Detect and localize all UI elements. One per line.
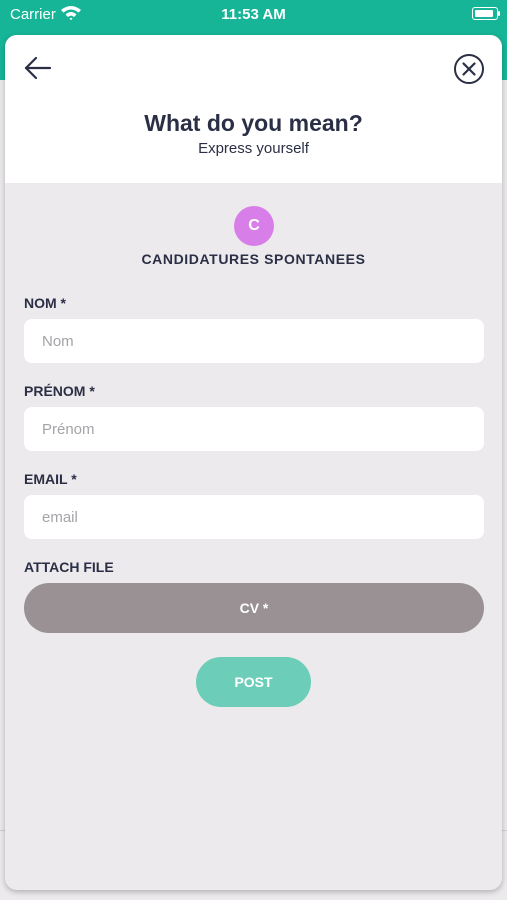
prenom-label: PRÉNOM * <box>24 383 95 399</box>
back-button[interactable] <box>23 53 53 83</box>
cv-upload-button[interactable]: CV * <box>24 583 484 633</box>
page-title: What do you mean? <box>144 110 363 136</box>
battery-icon <box>472 7 500 20</box>
page-subtitle: Express yourself <box>198 140 309 157</box>
prenom-input[interactable] <box>24 407 484 451</box>
circle-close-icon <box>454 54 484 84</box>
arrow-left-icon <box>24 56 52 80</box>
battery-fill <box>474 9 493 17</box>
email-input[interactable] <box>24 495 484 539</box>
category-title: CANDIDATURES SPONTANEES <box>141 251 366 267</box>
modal-header: What do you mean? Express yourself <box>5 35 502 183</box>
post-button[interactable]: POST <box>196 657 311 707</box>
nom-label: NOM * <box>24 295 66 311</box>
clock: 11:53 AM <box>221 6 286 23</box>
close-button[interactable] <box>453 53 485 85</box>
email-label: EMAIL * <box>24 471 77 487</box>
attach-file-label: ATTACH FILE <box>24 559 114 575</box>
form-modal: What do you mean? Express yourself C CAN… <box>5 35 502 890</box>
category-avatar: C <box>234 206 274 246</box>
nom-input[interactable] <box>24 319 484 363</box>
